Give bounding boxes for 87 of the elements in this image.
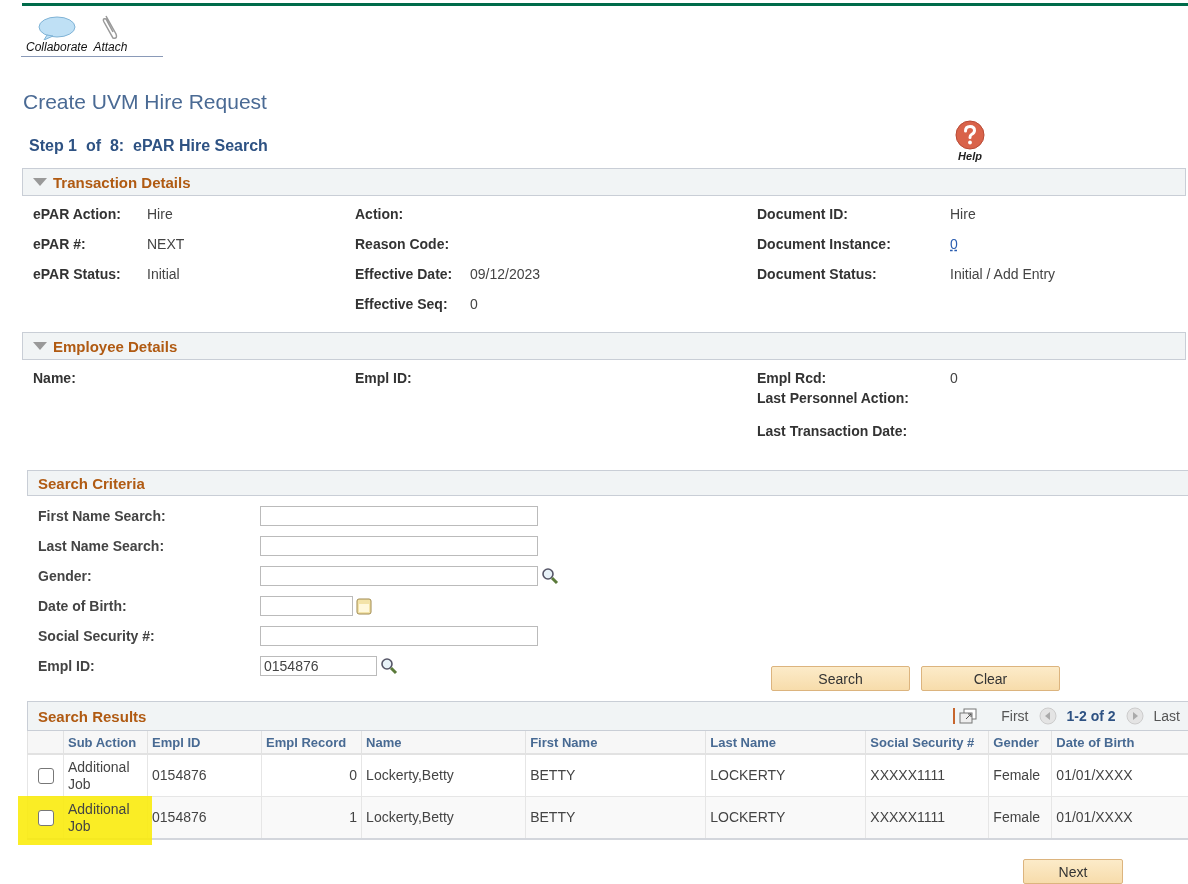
table-cell: Additional Job <box>68 758 130 792</box>
field-value: Hire <box>147 206 173 222</box>
table-cell: Female <box>993 767 1041 783</box>
input-field[interactable] <box>260 506 538 526</box>
question-icon <box>955 120 985 150</box>
field-label: Action: <box>355 206 405 222</box>
next-icon[interactable] <box>1125 707 1144 725</box>
table-cell: 01/01/XXXX <box>1056 767 1133 783</box>
instance-link[interactable]: 0 <box>950 236 958 252</box>
field-label: Last Transaction Date: <box>757 423 909 439</box>
field-value: Initial / Add Entry <box>950 266 1056 282</box>
field-value: 09/12/2023 <box>470 266 541 282</box>
field-label: ePAR #: <box>33 236 87 252</box>
field-label: ePAR Action: <box>33 206 122 222</box>
field-value: Initial <box>147 266 180 282</box>
field-label: Last Name Search: <box>38 538 166 554</box>
field-label: Document Instance: <box>757 236 892 252</box>
table-cell: Female <box>993 809 1041 825</box>
field-value: Hire <box>950 206 976 222</box>
input-field[interactable] <box>260 626 538 646</box>
previous-icon[interactable] <box>1038 707 1057 725</box>
table-cell: Lockerty,Betty <box>366 809 454 825</box>
field-value: NEXT <box>147 236 185 252</box>
search-icon[interactable] <box>541 567 559 585</box>
table-cell: 0 <box>349 767 358 783</box>
field-label: Reason Code: <box>355 236 451 252</box>
field-label: Empl ID: <box>38 658 96 674</box>
table-cell: 01/01/XXXX <box>1056 809 1133 825</box>
field-label: Empl ID: <box>355 370 413 386</box>
column-header: Social Security # <box>865 731 989 754</box>
field-label: Gender: <box>38 568 93 584</box>
section-title: Search Results <box>38 707 147 725</box>
field-label: Social Security #: <box>38 628 156 644</box>
table-cell: Lockerty,Betty <box>366 767 454 783</box>
column-header: First Name <box>525 731 706 754</box>
row-checkbox[interactable] <box>37 768 54 785</box>
section-title: Search Criteria <box>38 474 145 492</box>
page-title: Create UVM Hire Request <box>23 90 268 114</box>
column-header: Gender <box>988 731 1052 754</box>
field-label: Document ID: <box>757 206 849 222</box>
last-link[interactable]: Last <box>1153 708 1180 724</box>
toolbar-button[interactable]: Attach <box>93 14 128 54</box>
section-header[interactable]: Employee Details <box>22 332 1186 360</box>
section-header[interactable]: Transaction Details <box>22 168 1186 196</box>
new-window-icon[interactable] <box>959 708 978 724</box>
help-button[interactable]: Help <box>955 120 985 162</box>
column-header: Last Name <box>705 731 866 754</box>
field-label: ePAR Status: <box>33 266 122 282</box>
field-label: Name: <box>33 370 77 386</box>
column-header: Sub Action <box>63 731 148 754</box>
column-header: Empl ID <box>147 731 262 754</box>
column-header: Name <box>361 731 526 754</box>
search-icon[interactable] <box>380 657 398 675</box>
input-field[interactable]: 0154876 <box>260 656 377 676</box>
action-button[interactable]: Search <box>771 666 910 691</box>
step-heading: Step 1 of 8: ePAR Hire Search <box>29 137 268 155</box>
table-cell: XXXXX1111 <box>870 767 945 783</box>
field-label: Document Status: <box>757 266 878 282</box>
table-cell: 0154876 <box>152 767 207 783</box>
table-cell: BETTY <box>530 767 576 783</box>
field-label: Date of Birth: <box>38 598 128 614</box>
field-label: Empl Rcd: <box>757 370 828 386</box>
speech-bubble-icon <box>36 16 77 40</box>
table-cell: BETTY <box>530 809 576 825</box>
action-button[interactable]: Clear <box>921 666 1060 691</box>
page-range: 1-2 of 2 <box>1066 708 1116 724</box>
field-label: First Name Search: <box>38 508 167 524</box>
field-value: 0 <box>470 296 478 312</box>
table-cell: 0154876 <box>152 809 207 825</box>
column-header: Date of Birth <box>1051 731 1188 754</box>
next-button[interactable]: Next <box>1023 859 1123 884</box>
toolbar-button[interactable]: Collaborate <box>26 16 88 54</box>
table-cell: XXXXX1111 <box>870 809 945 825</box>
table-cell: LOCKERTY <box>710 809 786 825</box>
table-cell: Additional Job <box>68 800 130 834</box>
field-label: Effective Date: <box>355 266 454 282</box>
table-cell: LOCKERTY <box>710 767 786 783</box>
field-value: 0 <box>950 370 958 386</box>
input-field[interactable] <box>260 596 353 616</box>
table-cell: 1 <box>349 809 358 825</box>
column-header: Empl Record <box>261 731 362 754</box>
input-field[interactable] <box>260 566 538 586</box>
field-label: Last Personnel Action: <box>757 390 910 406</box>
input-field[interactable] <box>260 536 538 556</box>
calendar-icon[interactable] <box>356 597 372 615</box>
first-link[interactable]: First <box>1001 708 1029 724</box>
field-label: Effective Seq: <box>355 296 449 312</box>
